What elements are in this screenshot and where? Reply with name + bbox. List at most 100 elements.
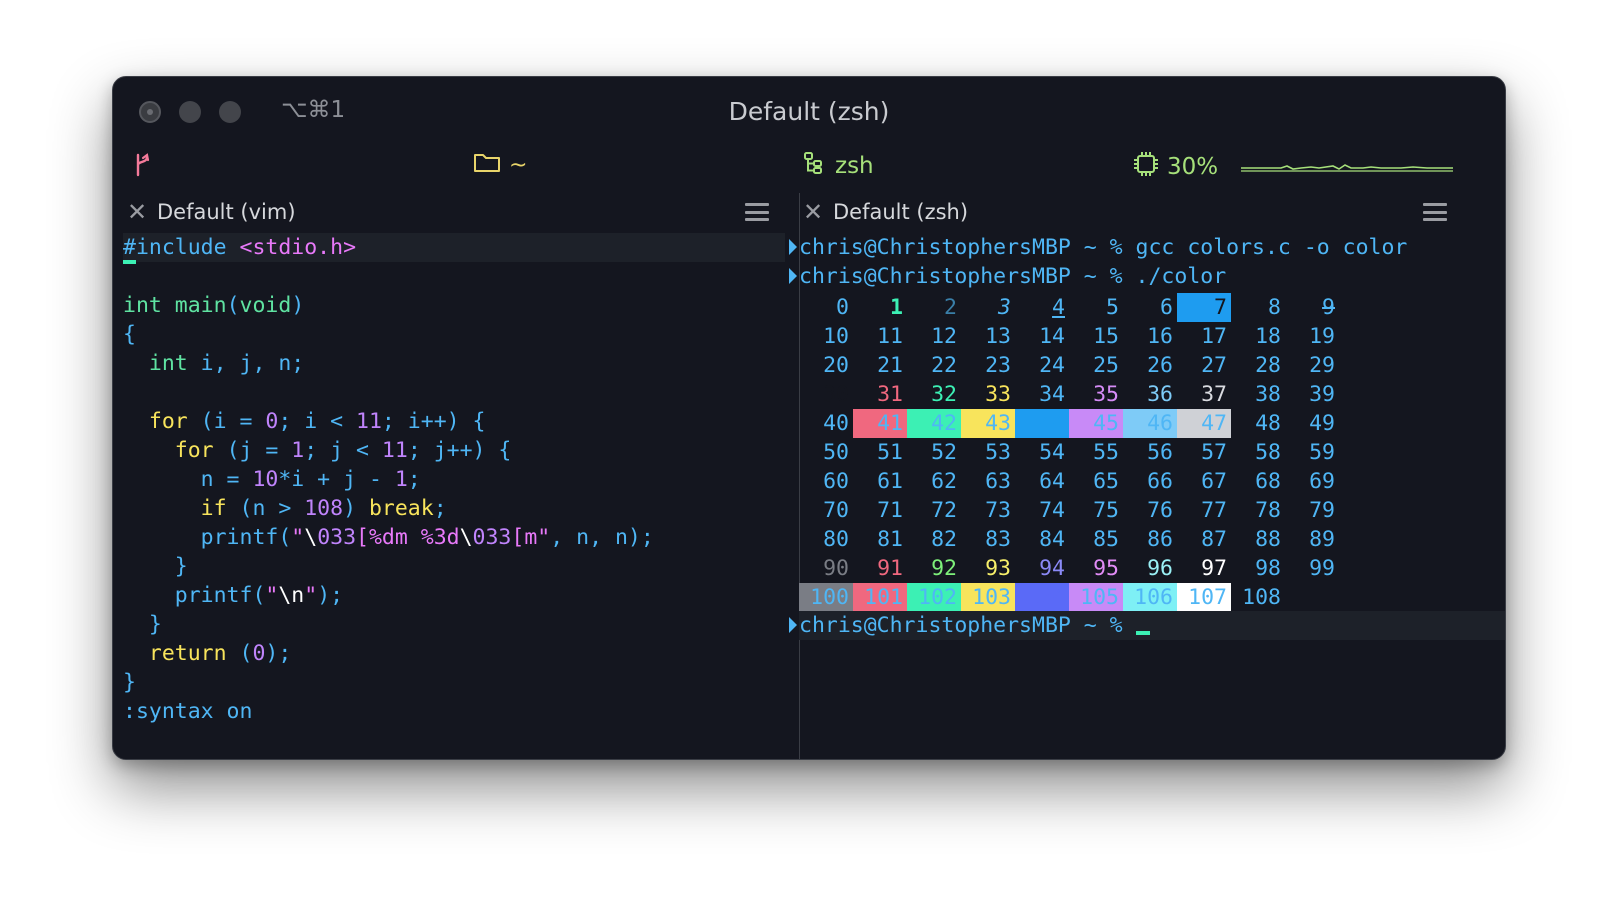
color-code-cell: 7 xyxy=(1177,293,1231,322)
color-code-cell: 52 xyxy=(931,440,957,465)
color-code-cell: 74 xyxy=(1039,498,1065,523)
color-code-cell: 33 xyxy=(985,382,1011,407)
code-line: #include <stdio.h> xyxy=(123,233,785,264)
color-code-cell: 76 xyxy=(1147,498,1173,523)
color-code-cell: 82 xyxy=(931,527,957,552)
prompt-arrow-icon xyxy=(789,268,797,284)
color-code-cell: 51 xyxy=(877,440,903,465)
git-branch-icon xyxy=(133,153,153,181)
color-code-cell: 87 xyxy=(1201,527,1227,552)
cpu-indicator: 30% xyxy=(1133,151,1218,183)
color-code-cell: 91 xyxy=(877,556,903,581)
color-code-cell: 50 xyxy=(823,440,849,465)
color-code-cell: 108 xyxy=(1242,585,1281,610)
vim-pane-header: ✕ Default (vim) xyxy=(117,193,296,231)
close-pane-icon[interactable]: ✕ xyxy=(117,198,157,226)
color-code-cell: 58 xyxy=(1255,440,1281,465)
code-line: printf("\033[%dm %3d\033[m", n, n); xyxy=(123,525,654,550)
color-code-cell: 96 xyxy=(1147,556,1173,581)
process-tree-icon xyxy=(803,151,825,181)
color-code-cell: 101 xyxy=(853,583,907,612)
color-code-cell: 1 xyxy=(890,295,903,320)
color-code-cell: 47 xyxy=(1177,409,1231,438)
color-code-cell: 62 xyxy=(931,469,957,494)
color-code-cell: 14 xyxy=(1039,324,1065,349)
color-code-cell: 68 xyxy=(1255,469,1281,494)
cpu-sparkline xyxy=(1241,157,1453,177)
shell-indicator: zsh xyxy=(803,151,874,181)
close-pane-icon[interactable]: ✕ xyxy=(793,198,833,226)
color-code-cell: 73 xyxy=(985,498,1011,523)
color-code-cell: 97 xyxy=(1201,556,1227,581)
color-code-cell: 92 xyxy=(931,556,957,581)
vim-editor[interactable]: #include <stdio.h> int main(void) { int i… xyxy=(123,233,785,726)
code-line: int i, j, n; xyxy=(148,351,305,376)
color-code-cell: 41 xyxy=(853,409,907,438)
color-code-cell: 23 xyxy=(985,353,1011,378)
color-code-cell: 83 xyxy=(985,527,1011,552)
color-code-cell: 106 xyxy=(1123,583,1177,612)
color-code-cell: 25 xyxy=(1093,353,1119,378)
code-line: } xyxy=(123,612,162,637)
zsh-terminal[interactable]: chris@ChristophersMBP ~ % gcc colors.c -… xyxy=(789,233,1505,291)
code-line: n = 10*i + j - 1; xyxy=(123,467,421,492)
color-code-cell: 59 xyxy=(1309,440,1335,465)
color-code-cell: 86 xyxy=(1147,527,1173,552)
color-code-cell: 26 xyxy=(1147,353,1173,378)
color-code-cell: 27 xyxy=(1201,353,1227,378)
color-code-cell: 79 xyxy=(1309,498,1335,523)
color-code-cell: 44 xyxy=(1015,409,1069,438)
current-prompt-line[interactable]: chris@ChristophersMBP ~ % xyxy=(789,611,1505,640)
color-code-cell: 95 xyxy=(1093,556,1119,581)
color-code-cell: 67 xyxy=(1201,469,1227,494)
color-code-cell: 56 xyxy=(1147,440,1173,465)
prompt-arrow-icon xyxy=(789,617,797,633)
terminal-window: ⌥⌘1 Default (zsh) ~ zsh 30% ✕ Default (v… xyxy=(112,76,1506,760)
color-code-cell: 65 xyxy=(1093,469,1119,494)
code-line: printf("\n"); xyxy=(123,583,344,608)
code-line: for (j = 1; j < 11; j++) { xyxy=(174,438,512,463)
code-line: if (n > 108) break; xyxy=(200,496,447,521)
color-code-cell: 4 xyxy=(1052,295,1065,320)
title-bar: ⌥⌘1 Default (zsh) xyxy=(113,77,1505,137)
color-code-cell: 15 xyxy=(1093,324,1119,349)
terminal-line: chris@ChristophersMBP ~ % ./color xyxy=(789,262,1505,291)
color-code-cell: 21 xyxy=(877,353,903,378)
color-code-cell: 5 xyxy=(1106,295,1119,320)
color-code-cell: 77 xyxy=(1201,498,1227,523)
color-code-cell: 94 xyxy=(1039,556,1065,581)
color-code-cell: 17 xyxy=(1201,324,1227,349)
command-text: chris@ChristophersMBP ~ % ./color xyxy=(799,264,1227,289)
color-code-cell: 99 xyxy=(1309,556,1335,581)
color-code-cell: 63 xyxy=(985,469,1011,494)
color-code-cell: 61 xyxy=(877,469,903,494)
color-code-cell: 84 xyxy=(1039,527,1065,552)
color-code-cell: 69 xyxy=(1309,469,1335,494)
code-line: int main(void) xyxy=(123,293,305,318)
zsh-pane-menu-icon[interactable] xyxy=(1423,203,1447,221)
color-code-cell: 49 xyxy=(1309,411,1335,436)
code-line: } xyxy=(123,670,136,695)
vim-pane-menu-icon[interactable] xyxy=(745,203,769,221)
cpu-chip-icon xyxy=(1133,151,1159,183)
color-code-cell: 93 xyxy=(985,556,1011,581)
status-bar: ~ zsh 30% xyxy=(113,137,1505,193)
color-code-cell: 89 xyxy=(1309,527,1335,552)
color-code-cell: 16 xyxy=(1147,324,1173,349)
code-line: } xyxy=(123,554,188,579)
color-code-cell: 22 xyxy=(931,353,957,378)
cpu-percent: 30% xyxy=(1167,154,1219,180)
code-line: { xyxy=(123,322,136,347)
color-code-cell: 48 xyxy=(1255,411,1281,436)
prompt-text: chris@ChristophersMBP ~ % xyxy=(799,613,1123,638)
color-code-cell: 104 xyxy=(1015,583,1069,612)
color-code-cell: 10 xyxy=(823,324,849,349)
color-code-cell: 39 xyxy=(1309,382,1335,407)
color-code-cell: 13 xyxy=(985,324,1011,349)
color-code-cell: 24 xyxy=(1039,353,1065,378)
color-code-cell: 3 xyxy=(998,295,1011,320)
zsh-prompt-area[interactable]: chris@ChristophersMBP ~ % xyxy=(789,611,1505,640)
color-code-cell: 37 xyxy=(1201,382,1227,407)
color-code-cell: 88 xyxy=(1255,527,1281,552)
